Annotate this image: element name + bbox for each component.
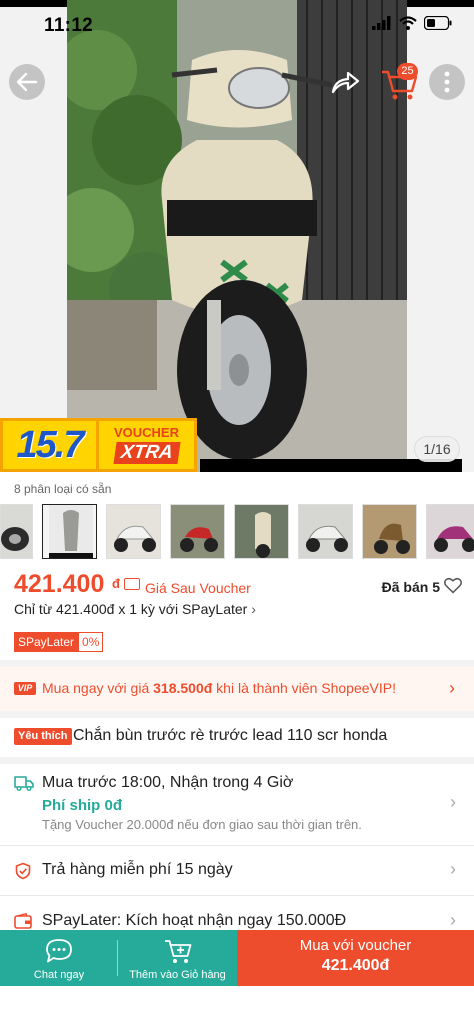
image-counter: 1/16 bbox=[414, 436, 460, 462]
shipping-fee: Phí ship 0đ bbox=[42, 797, 123, 814]
divider bbox=[0, 845, 474, 846]
buy-with-voucher-label: Mua với voucher bbox=[299, 937, 412, 954]
share-icon[interactable] bbox=[329, 66, 361, 98]
returns-text: Trả hàng miễn phí 15 ngày bbox=[42, 861, 233, 878]
divider bbox=[0, 711, 474, 718]
divider bbox=[0, 895, 474, 896]
heart-icon[interactable] bbox=[444, 577, 462, 594]
variant-thumbnail[interactable] bbox=[362, 504, 417, 559]
delivery-time: Mua trước 18:00, Nhận trong 4 Giờ bbox=[42, 774, 294, 791]
cart-count-badge: 25 bbox=[397, 63, 418, 80]
promo-voucher-bottom: XTRA bbox=[113, 442, 180, 464]
variant-thumbnail[interactable] bbox=[170, 504, 225, 559]
variant-thumbnails bbox=[0, 504, 474, 560]
wifi-icon bbox=[399, 16, 417, 30]
promo-date: 15.7 bbox=[0, 418, 99, 472]
chat-now-label: Chat ngay bbox=[33, 969, 85, 981]
chat-now-button[interactable]: Chat ngay bbox=[0, 930, 118, 986]
variants-label: 8 phân loại có sẵn bbox=[14, 482, 112, 496]
status-icons bbox=[372, 16, 452, 30]
shield-icon bbox=[15, 862, 31, 880]
sold-count: Đã bán 5 bbox=[381, 579, 440, 595]
chevron-right-icon: › bbox=[449, 678, 455, 698]
spaylater-badge-name: SPayLater bbox=[14, 632, 79, 652]
price-row: 421.400 đ Giá Sau Voucher Đã bán 5 bbox=[14, 570, 462, 600]
variant-thumbnail[interactable] bbox=[234, 504, 289, 559]
shipping-note: Tặng Voucher 20.000đ nếu đơn giao sau th… bbox=[42, 817, 362, 832]
battery-icon bbox=[424, 16, 452, 30]
add-to-cart-button[interactable]: Thêm vào Giỏ hàng bbox=[118, 930, 237, 986]
divider bbox=[0, 660, 474, 667]
more-dots-icon bbox=[444, 71, 450, 93]
promo-voucher-top: VOUCHER bbox=[113, 425, 179, 440]
truck-icon bbox=[14, 776, 34, 791]
status-time: 11:12 bbox=[44, 15, 94, 36]
voucher-icon bbox=[124, 578, 140, 590]
chevron-right-icon: › bbox=[450, 910, 456, 930]
wallet-icon bbox=[14, 913, 32, 929]
back-button[interactable] bbox=[9, 64, 45, 100]
variant-thumbnail[interactable] bbox=[106, 504, 161, 559]
chevron-right-icon: › bbox=[450, 859, 456, 879]
variant-thumbnail[interactable] bbox=[42, 504, 97, 559]
variant-thumbnail[interactable] bbox=[298, 504, 353, 559]
bottom-action-bar: Chat ngay Thêm vào Giỏ hàng Mua với vouc… bbox=[0, 930, 474, 986]
vip-icon: VIP bbox=[14, 682, 36, 695]
variant-thumbnail[interactable] bbox=[426, 504, 474, 559]
price-currency: đ bbox=[112, 576, 120, 591]
product-title: Chắn bùn trước rè trước lead 110 scr hon… bbox=[73, 727, 388, 744]
variant-thumbnail[interactable] bbox=[0, 504, 33, 559]
favorite-tag: Yêu thích bbox=[14, 728, 72, 745]
divider bbox=[0, 757, 474, 764]
product-image-gallery[interactable]: 11:12 25 15.7 VOUCHER XTRA 1/16 bbox=[0, 0, 474, 472]
promo-voucher-xtra: VOUCHER XTRA bbox=[99, 418, 197, 472]
status-bar: 11:12 bbox=[0, 0, 474, 50]
price-amount: 421.400 bbox=[14, 570, 105, 598]
vip-offer-row[interactable]: VIP Mua ngay với giá 318.500đ khi là thà… bbox=[0, 667, 474, 711]
more-button[interactable] bbox=[429, 64, 465, 100]
spaylater-badge: SPayLater 0% bbox=[14, 632, 104, 652]
installment-text: Chỉ từ 421.400đ x 1 kỳ với SPayLater bbox=[14, 601, 248, 617]
spaylater-text: SPayLater: Kích hoạt nhận ngay 150.000Đ bbox=[42, 912, 347, 929]
price-after-voucher-label: Giá Sau Voucher bbox=[145, 580, 251, 596]
add-to-cart-label: Thêm vào Giỏ hàng bbox=[129, 969, 226, 981]
installment-info[interactable]: Chỉ từ 421.400đ x 1 kỳ với SPayLater › bbox=[14, 601, 256, 617]
signal-icon bbox=[372, 16, 391, 30]
chevron-right-icon: › bbox=[251, 601, 256, 617]
chevron-right-icon: › bbox=[450, 792, 456, 812]
add-to-cart-icon bbox=[165, 940, 192, 963]
spaylater-badge-rate: 0% bbox=[78, 632, 104, 652]
buy-with-voucher-button[interactable]: Mua với voucher 421.400đ bbox=[237, 930, 474, 986]
vip-offer-text: Mua ngay với giá 318.500đ khi là thành v… bbox=[42, 680, 396, 696]
arrow-left-icon bbox=[16, 72, 38, 92]
promo-banner: 15.7 VOUCHER XTRA bbox=[0, 418, 197, 472]
buy-with-voucher-price: 421.400đ bbox=[321, 957, 390, 974]
chat-icon bbox=[46, 939, 72, 963]
